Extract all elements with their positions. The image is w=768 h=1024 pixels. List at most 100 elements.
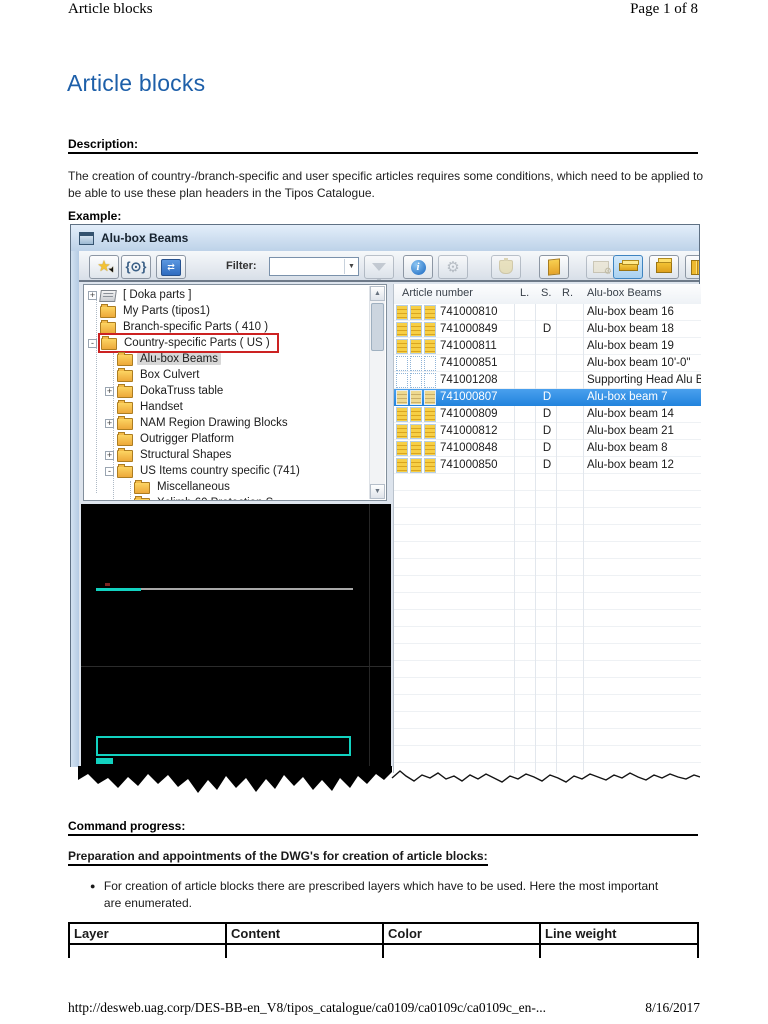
tree-expander-spacer [88,323,97,332]
tree-scrollbar[interactable]: ▲ ▼ [369,286,385,499]
col-s-value: D [542,442,552,454]
tree-item[interactable]: + DokaTruss table [84,383,370,399]
tree-item-label: Miscellaneous [157,481,230,493]
layer-table-header-cell: Color [384,924,541,945]
article-icons [396,339,438,354]
box-view-icon [656,257,672,273]
plank-view-button[interactable] [685,255,699,279]
scrollbar-thumb[interactable] [371,303,384,351]
article-icon-filled [424,322,436,337]
tree-expander[interactable]: + [105,386,114,396]
layer-table-header-cell: Content [227,924,384,945]
article-row[interactable]: 741000850 D Alu-box beam 12 [394,457,701,474]
tree-item-label: DokaTruss table [140,385,224,397]
tree-item-label: Xclimb 60 Protection S [154,497,276,500]
search-icon: {⊙} [125,259,147,274]
layer-table-empty-cell [541,945,697,958]
article-row[interactable]: 741000807 D Alu-box beam 7 [394,389,701,406]
catalog-folder-button[interactable] [539,255,569,279]
chevron-down-icon[interactable]: ▼ [344,259,358,274]
box-view-button[interactable] [649,255,679,279]
preview-cyan-square [96,758,113,764]
tree-expander[interactable]: + [105,450,114,460]
tree-item[interactable]: - Country-specific Parts ( US ) [84,333,370,353]
article-number: 741000812 [440,425,498,437]
article-number: 741000850 [440,459,498,471]
folder-icon [134,496,150,500]
column-header[interactable]: Alu-box Beams [587,287,662,299]
column-header[interactable]: L. [520,287,529,299]
tree-expander[interactable]: - [105,466,114,476]
tree-item[interactable]: Box Culvert [84,367,370,383]
article-icons [396,407,438,422]
flat-box-view-button[interactable] [613,255,643,279]
article-icon-filled [424,305,436,320]
tree-item[interactable]: + Structural Shapes [84,447,370,463]
info-button[interactable]: i [403,255,433,279]
tree-expander[interactable]: - [88,338,97,348]
article-row[interactable]: 741000809 D Alu-box beam 14 [394,406,701,423]
article-icon-filled [396,407,408,422]
tree-expander[interactable]: + [88,290,97,300]
article-number: 741000849 [440,323,498,335]
article-row[interactable]: 741000811 Alu-box beam 19 [394,338,701,355]
article-list-panel: Article number L. S. R. Alu-box Beams 741000… [393,284,701,773]
folder-icon [117,368,133,382]
article-number: 741001208 [440,374,498,386]
tree-item[interactable]: Miscellaneous [84,479,370,495]
layer-table-empty-cell [384,945,541,958]
article-row[interactable]: 741000810 Alu-box beam 16 [394,304,701,321]
window-titlebar[interactable]: Alu-box Beams [71,225,699,252]
filter-funnel-button[interactable] [364,255,394,280]
preview-beam-line [141,588,353,590]
info-icon: i [410,259,426,275]
cad-preview-panel[interactable] [81,504,391,768]
tree-item[interactable]: Handset [84,399,370,415]
tree-item[interactable]: My Parts (tipos1) [84,303,370,319]
article-row[interactable]: 741000812 D Alu-box beam 21 [394,423,701,440]
tree-item[interactable]: - US Items country specific (741) [84,463,370,479]
tree-expander-spacer [105,403,114,412]
article-icon-filled [396,322,408,337]
article-icon-filled [410,322,422,337]
tree-item[interactable]: Xclimb 60 Protection S [84,495,370,500]
tree-item-label: Outrigger Platform [140,433,234,445]
bullet-icon: ● [90,881,96,891]
scroll-up-arrow[interactable]: ▲ [370,286,385,301]
article-icon-filled [410,424,422,439]
tree-item[interactable]: Outrigger Platform [84,431,370,447]
col-s-value: D [542,391,552,403]
folder-icon [100,320,116,334]
layer-table: Layer Content Color Line weight [68,922,699,958]
column-header[interactable]: Article number [402,287,473,299]
article-icon-filled [424,390,436,405]
column-header[interactable]: S. [541,287,551,299]
favorites-button[interactable]: ★ [89,255,119,279]
folder-icon [117,464,133,478]
tree-item[interactable]: + NAM Region Drawing Blocks [84,415,370,431]
window-title: Alu-box Beams [101,231,189,245]
tree-item[interactable]: Branch-specific Parts ( 410 ) [84,319,370,335]
folder-settings-button[interactable] [586,255,616,279]
description-text: The creation of country-/branch-specific… [68,169,703,200]
search-button[interactable]: {⊙} [121,255,151,279]
tree-item[interactable]: Alu-box Beams [84,351,370,367]
filter-combobox[interactable]: ▼ [269,257,359,276]
article-row[interactable]: 741000849 D Alu-box beam 18 [394,321,701,338]
window-frame-edge [71,251,79,767]
tree-item[interactable]: + [ Doka parts ] [84,287,370,303]
article-row[interactable]: 741000848 D Alu-box beam 8 [394,440,701,457]
preview-vertical-line [369,504,370,768]
settings-button[interactable]: ⚙ [438,255,468,279]
article-row[interactable]: 741001208 Supporting Head Alu B [394,372,701,389]
scroll-down-arrow[interactable]: ▼ [370,484,385,499]
column-header[interactable]: R. [562,287,573,299]
article-icon-empty [396,356,408,371]
price-button[interactable] [491,255,521,279]
col-s-value: D [542,425,552,437]
article-number: 741000811 [440,340,497,352]
fit-view-button[interactable]: ⇄ [156,255,186,279]
article-row[interactable]: 741000851 Alu-box beam 10'-0" [394,355,701,372]
tree-expander[interactable]: + [105,418,114,428]
article-icon-empty [396,373,408,388]
